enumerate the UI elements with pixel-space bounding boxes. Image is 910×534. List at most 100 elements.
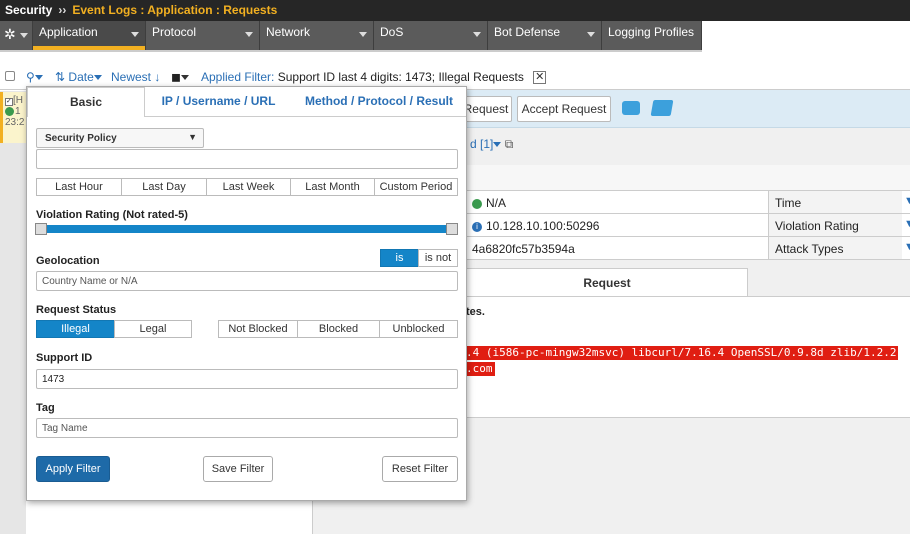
filter-tab-method-protocol-result[interactable]: Method / Protocol / Result — [292, 87, 466, 117]
detail-row-value: 4a6820fc57b3594a — [472, 242, 575, 256]
apply-filter-button[interactable]: Apply Filter — [36, 456, 110, 482]
gear-icon: ✲ — [4, 26, 16, 42]
filter-tab-ip-username-url[interactable]: IP / Username / URL — [145, 87, 292, 117]
reset-filter-button[interactable]: Reset Filter — [382, 456, 458, 482]
breadcrumb-root[interactable]: Security — [5, 3, 52, 17]
tag-icon[interactable] — [650, 100, 674, 116]
geo-is-toggle[interactable]: is — [380, 249, 419, 267]
arrow-down-icon: ↓ — [154, 70, 161, 84]
illegal-toggle[interactable]: Illegal — [36, 320, 115, 338]
filter-tab-basic[interactable]: Basic — [27, 87, 145, 117]
save-filter-button[interactable]: Save Filter — [203, 456, 273, 482]
accept-request-button[interactable]: Accept Request — [517, 96, 611, 122]
filter-icon[interactable]: ▼ — [904, 218, 910, 230]
detail-row-value: N/A — [472, 196, 506, 210]
violation-rating-label: Violation Rating (Not rated-5) — [36, 209, 188, 221]
chevron-down-icon — [359, 32, 367, 37]
applied-filter-value: Support ID last 4 digits: 1473; Illegal … — [277, 70, 524, 84]
not-blocked-toggle[interactable]: Not Blocked — [218, 320, 298, 338]
globe-icon — [472, 198, 482, 209]
tag-input[interactable]: Tag Name — [36, 418, 458, 438]
tab-bot-defense[interactable]: Bot Defense — [488, 21, 602, 50]
chevron-down-icon — [245, 32, 253, 37]
select-all-checkbox[interactable] — [5, 71, 15, 81]
filter-icon[interactable]: ▼ — [904, 241, 910, 253]
breadcrumb: Security ›› Event Logs : Application : Req… — [0, 0, 910, 21]
highlighted-violation-line: .com — [466, 362, 495, 376]
comment-icon[interactable] — [622, 101, 640, 115]
last-month-button[interactable]: Last Month — [290, 178, 375, 196]
tab-label: Application — [39, 25, 98, 39]
gear-menu-button[interactable]: ✲ — [0, 21, 33, 50]
tab-label: Logging Profiles — [608, 25, 695, 39]
unblocked-toggle[interactable]: Unblocked — [379, 320, 458, 338]
detail-link-text: d [1] — [470, 137, 494, 151]
slider-handle-max[interactable] — [446, 223, 458, 235]
list-item-text: 1 — [15, 106, 21, 117]
globe-icon — [5, 106, 14, 116]
support-id-input[interactable]: 1473 — [36, 369, 458, 389]
tab-logging-profiles[interactable]: Logging Profiles — [602, 21, 702, 50]
filter-icon[interactable]: ▼ — [904, 195, 910, 207]
tab-label: DoS — [380, 25, 404, 39]
applied-filter-label: Applied Filter: — [201, 70, 275, 84]
last-day-button[interactable]: Last Day — [121, 178, 207, 196]
external-link-icon[interactable]: ⧉ — [505, 137, 514, 151]
detail-link[interactable]: d [1] ⧉ — [470, 137, 513, 152]
request-status-label: Request Status — [36, 304, 117, 316]
filter-popup: Basic IP / Username / URL Method / Proto… — [26, 86, 467, 501]
close-icon[interactable]: ✕ — [533, 71, 547, 85]
chevron-down-icon — [19, 32, 28, 38]
list-item-line2: 1 — [5, 106, 26, 117]
security-policy-value: Security Policy — [45, 133, 117, 144]
order-label: Newest — [111, 70, 152, 84]
tab-divider — [0, 50, 702, 52]
detail-row-value-text: N/A — [486, 196, 507, 210]
tab-network[interactable]: Network — [260, 21, 374, 50]
custom-period-button[interactable]: Custom Period — [374, 178, 458, 196]
search-button[interactable]: ⚲ — [26, 70, 43, 84]
detail-row-key: Violation Rating — [768, 214, 902, 236]
tab-protocol[interactable]: Protocol — [146, 21, 260, 50]
tab-request[interactable]: Request — [466, 268, 748, 296]
legal-toggle[interactable]: Legal — [114, 320, 192, 338]
detail-row: 4a6820fc57b3594a Attack Types ▼ — [466, 237, 910, 260]
bookmark-button[interactable]: ◼ — [171, 70, 189, 84]
highlighted-violation-line: .4 (i586-pc-mingw32msvc) libcurl/7.16.4 … — [466, 346, 899, 360]
request-list — [0, 91, 26, 534]
list-item-time: 23:2 — [5, 117, 25, 128]
search-icon: ⚲ — [26, 70, 35, 84]
row-checkbox[interactable]: ✓ — [5, 98, 13, 106]
breadcrumb-path[interactable]: Event Logs : Application : Requests — [72, 3, 277, 17]
request-action-button[interactable]: Request — [460, 96, 512, 122]
last-hour-button[interactable]: Last Hour — [36, 178, 122, 196]
security-policy-input[interactable] — [36, 149, 458, 169]
tab-application[interactable]: Application — [33, 21, 146, 50]
country-input[interactable]: Country Name or N/A — [36, 271, 458, 291]
tab-label: Bot Defense — [494, 25, 561, 39]
tab-dos[interactable]: DoS — [374, 21, 488, 50]
slider-handle-min[interactable] — [35, 223, 47, 235]
chevron-down-icon — [587, 32, 595, 37]
security-policy-select[interactable]: Security Policy ▼ — [36, 128, 204, 148]
tab-label: Protocol — [152, 25, 197, 39]
chevron-down-icon — [180, 75, 189, 81]
request-text: tes. — [466, 306, 485, 318]
last-week-button[interactable]: Last Week — [206, 178, 291, 196]
chevron-down-icon — [93, 75, 102, 81]
geolocation-label: Geolocation — [36, 255, 100, 267]
sort-date-button[interactable]: ⇅ Date — [55, 70, 102, 84]
list-item[interactable]: ✓[H 1 23:2 — [0, 92, 26, 143]
blocked-toggle[interactable]: Blocked — [297, 320, 380, 338]
detail-row-value: i 10.128.10.100:50296 — [472, 219, 599, 233]
violation-rating-slider[interactable] — [39, 225, 455, 233]
bookmark-icon: ◼ — [171, 70, 181, 84]
sort-icon: ⇅ — [55, 70, 66, 84]
detail-section-header — [466, 165, 910, 191]
info-icon: i — [472, 221, 482, 232]
list-item-text: [H — [13, 95, 23, 106]
geo-is-not-toggle[interactable]: is not — [418, 249, 458, 267]
detail-row-key: Time — [768, 191, 902, 213]
sort-order-button[interactable]: Newest ↓ — [111, 70, 160, 84]
chevron-down-icon — [131, 32, 139, 37]
